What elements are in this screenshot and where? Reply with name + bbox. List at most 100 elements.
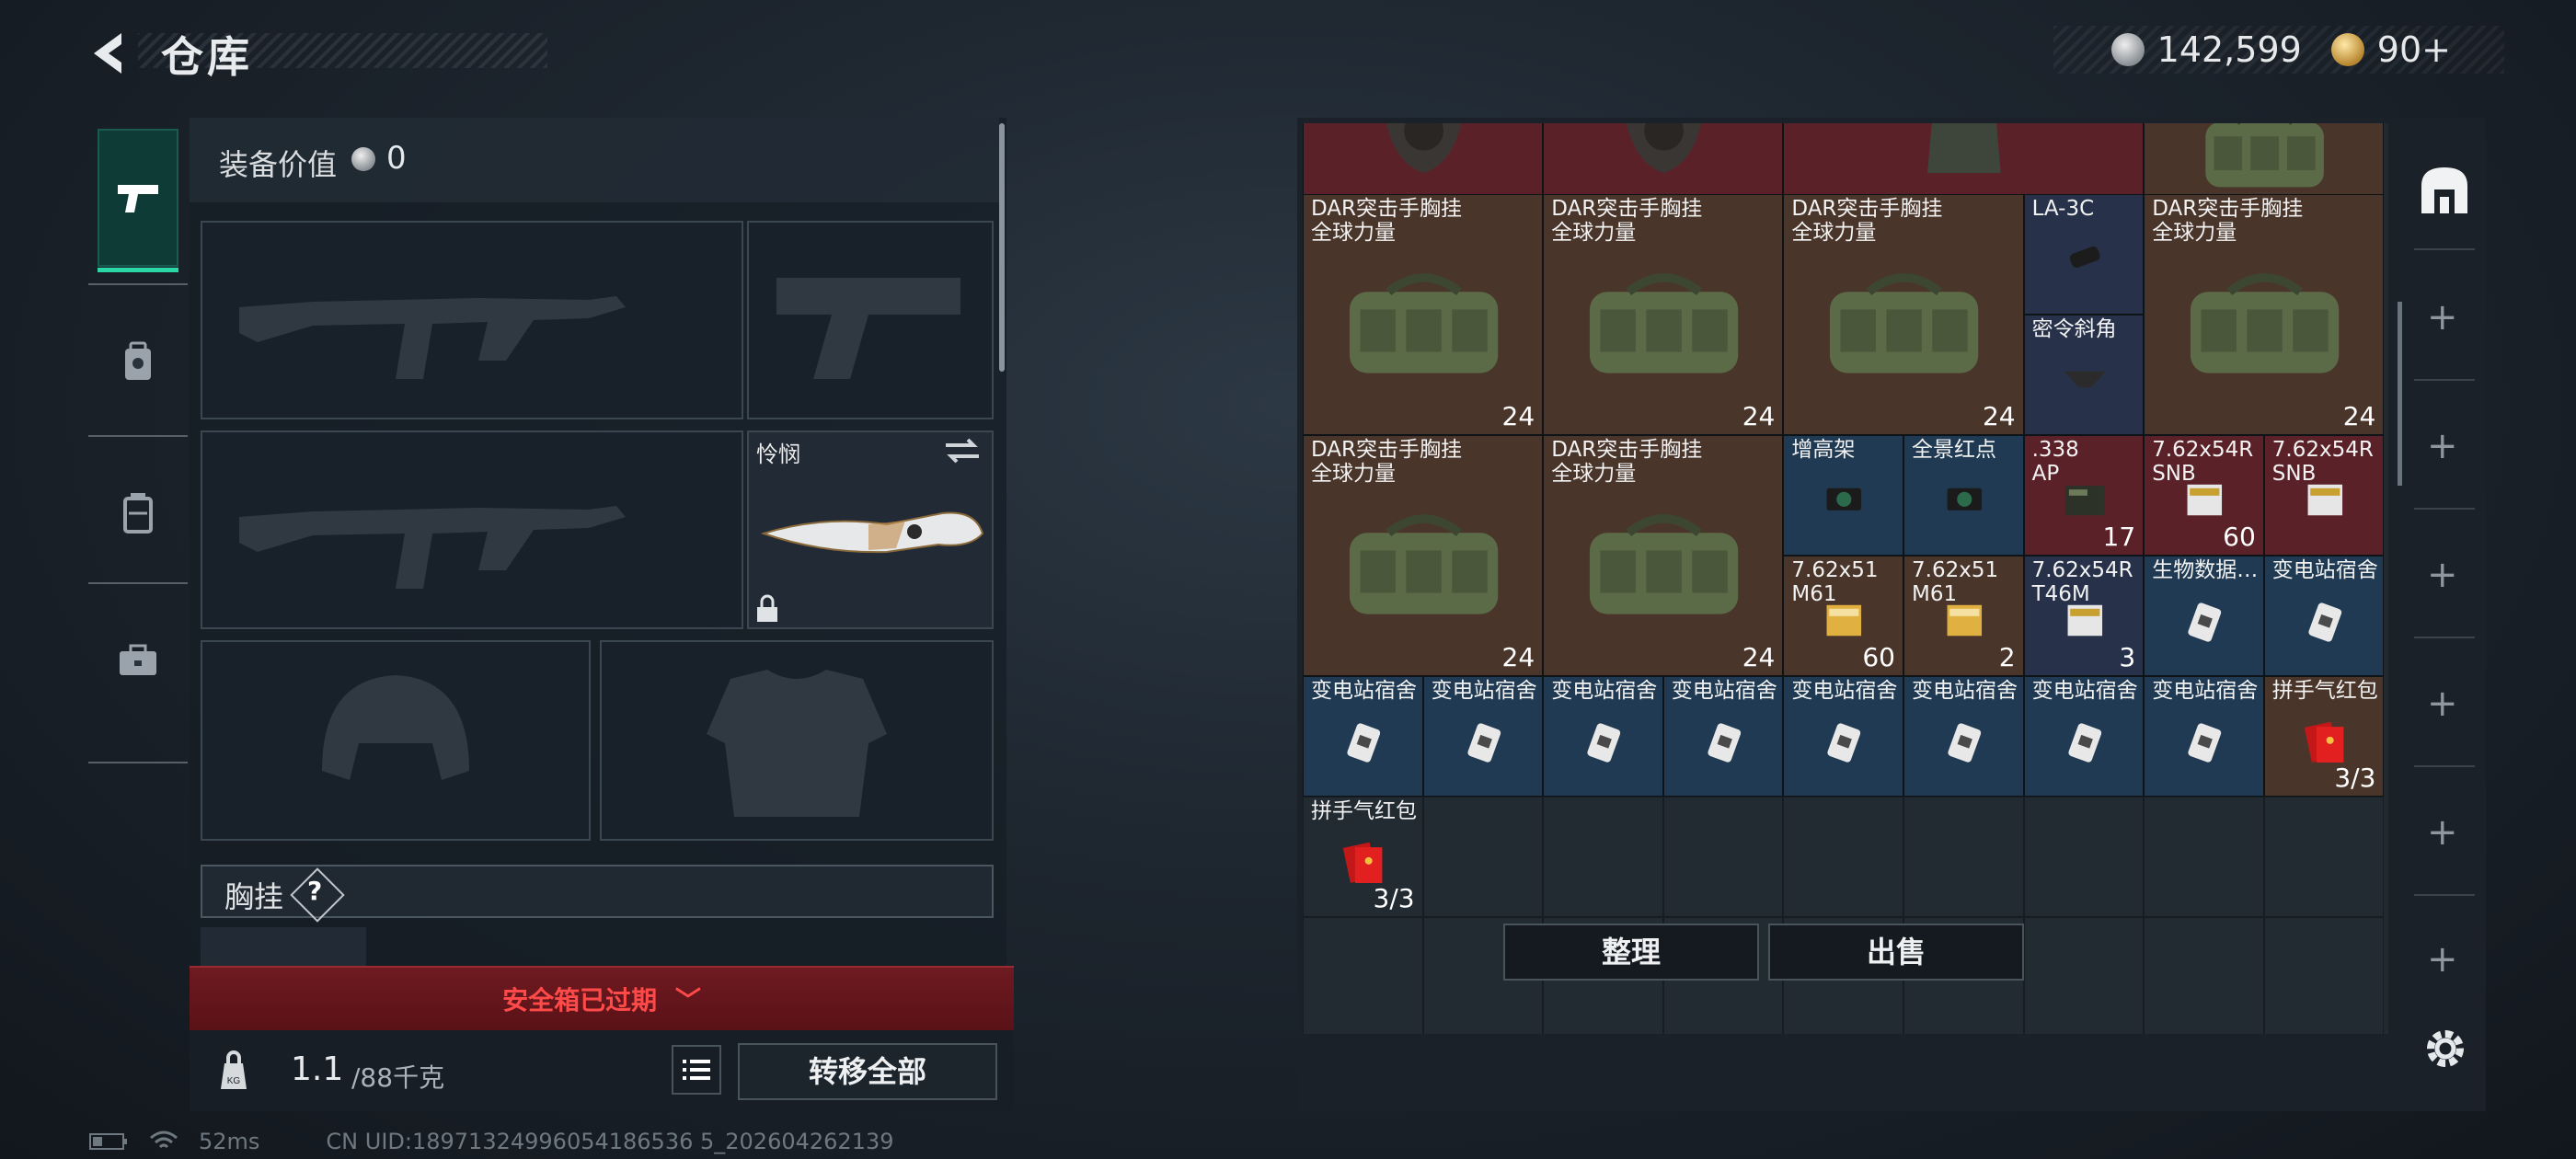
key-item[interactable]: 变电站宿舍 [2144,676,2264,797]
item-count: 24 [1982,401,2016,431]
safebox-expired-banner[interactable]: 安全箱已过期 ﹀ [190,966,1014,1030]
empty-slot[interactable] [1903,797,2024,917]
empty-slot[interactable] [2144,917,2264,1034]
red-envelope-icon [2304,721,2344,763]
item-name: DAR突击手胸挂 [1551,197,1703,221]
chest-rig-item[interactable]: DAR突击手胸挂 全球力量 24 [1543,435,1784,676]
primary-weapon-slot[interactable] [201,221,743,419]
stash-grid[interactable]: 60.0/60.0⊘55.0/55.045●24DAR突击手胸挂全球力量24DA… [1303,123,2388,1034]
item-name: 生物数据… [2152,558,2259,582]
chest-rig-row[interactable]: 胸挂 ? [201,865,994,923]
item-subname: AP [2031,462,2060,486]
riser-item[interactable]: 增高架 [1783,435,1903,556]
chest-rig-item[interactable]: DAR突击手胸挂 全球力量 24 [1303,194,1544,435]
swap-arrows-icon[interactable] [942,436,983,467]
safebox-expired-row: 安全箱已过期 ﹀ [190,981,1014,1017]
secondary-weapon-slot[interactable] [201,430,743,629]
key-item[interactable]: 变电站宿舍 [1303,676,1423,797]
empty-slot[interactable] [1662,797,1784,917]
user-uid: CN UID:18971324996054186536 5_2026042621… [326,1129,894,1154]
red-envelope-item[interactable]: 拼手气红包 3/3 [1303,797,1423,917]
helmet-silhouette-icon [322,675,469,780]
item-name: 变电站宿舍 [1671,679,1777,703]
list-view-button[interactable] [672,1045,721,1095]
empty-slot[interactable] [2144,797,2264,917]
tab-weapons[interactable] [98,129,178,272]
melee-slot[interactable]: 怜悯 [747,430,994,629]
key-item[interactable]: 变电站宿舍 [1662,676,1784,797]
item-name: DAR突击手胸挂 [1791,197,1943,221]
key-item[interactable]: 变电站宿舍 [1783,676,1903,797]
gear-icon[interactable] [2420,1023,2471,1074]
karambit-knife-icon [760,511,984,554]
pistol-icon [118,185,158,212]
stash-home-icon[interactable] [2416,162,2473,219]
empty-slot[interactable] [2023,797,2145,917]
transfer-all-button[interactable]: 转移全部 [738,1043,997,1100]
weight-current: 1.1 [291,1050,344,1088]
key-item[interactable]: 变电站宿舍 [2263,556,2385,676]
chest-rig-item[interactable]: DAR突击手胸挂 全球力量 24 [2144,194,2385,435]
add-stash-page-icon[interactable]: + [2427,938,2458,981]
helmet-slot[interactable] [201,640,591,841]
bio-data-item[interactable]: 生物数据… [2144,556,2264,676]
item-count: 24 [2342,401,2376,431]
tab-toolbox[interactable] [98,591,178,729]
item-name: 变电站宿舍 [2031,679,2138,703]
empty-slot[interactable] [2263,797,2385,917]
duffel-bag-icon [1349,514,1499,614]
chest-rig-item[interactable]: DAR突击手胸挂 全球力量 24 [1543,194,1784,435]
ammo-item[interactable]: 7.62x54R T46M 3 [2023,556,2145,676]
rifle-silhouette-icon [239,296,626,379]
melee-name: 怜悯 [756,442,800,467]
sidearm-slot[interactable] [747,221,994,419]
empty-slot[interactable] [2263,917,2385,1034]
add-stash-page-icon[interactable]: + [2427,425,2458,467]
ammo-item[interactable]: 7.62x54R SNB 60 [2144,435,2264,556]
svg-text:KG: KG [227,1076,241,1086]
chest-rig-item[interactable]: DAR突击手胸挂 全球力量 24 [1783,194,2024,435]
add-stash-page-icon[interactable]: + [2427,296,2458,339]
equipment-value-header: 装备价值 0 [190,118,999,202]
add-stash-page-icon[interactable]: + [2427,554,2458,596]
page-title: 仓库 [161,32,253,82]
item-count: 24 [1501,401,1535,431]
red-dot-item[interactable]: 全景红点 [1903,435,2024,556]
panel-scrollbar[interactable] [999,123,1005,372]
key-item[interactable]: 变电站宿舍 [2023,676,2145,797]
ammo-item[interactable]: 7.62x54R SNB [2263,435,2385,556]
add-stash-page-icon[interactable]: + [2427,811,2458,854]
gold-amount[interactable]: 90+ [2377,29,2451,70]
empty-slot[interactable] [1303,917,1423,1034]
back-arrow-icon[interactable] [85,28,136,79]
ammo-item[interactable]: 7.62x51 M61 60 [1783,556,1903,676]
tab-chest-rig[interactable] [98,444,178,582]
wifi-icon [150,1130,178,1149]
body-armor-slot[interactable] [600,640,994,841]
ammo-item[interactable]: 7.62x51 M61 2 [1903,556,2024,676]
empty-slot[interactable] [1422,797,1544,917]
la3c-item[interactable]: LA-3C [2023,194,2145,315]
red-envelope-item[interactable]: 拼手气红包 3/3 [2263,676,2385,797]
chest-rig-item[interactable]: DAR突击手胸挂 全球力量 24 [1303,435,1544,676]
keycard-icon [1827,723,1861,763]
sort-button[interactable]: 整理 [1503,924,1759,981]
sell-button[interactable]: 出售 [1768,924,2024,981]
item-subname: SNB [2271,462,2317,486]
item-subname: SNB [2152,462,2196,486]
empty-slot[interactable] [2023,917,2145,1034]
stash-scrollbar[interactable] [2398,302,2402,486]
key-item[interactable]: 变电站宿舍 [1422,676,1544,797]
chest-rig-icon [123,493,153,534]
grip-item[interactable]: 密令斜角 [2023,315,2145,435]
key-item[interactable]: 变电站宿舍 [1543,676,1663,797]
key-item[interactable]: 变电站宿舍 [1903,676,2024,797]
add-stash-page-icon[interactable]: + [2427,683,2458,725]
weight-capacity: /88千克 [351,1062,445,1093]
empty-slot[interactable] [1543,797,1663,917]
ammo-item[interactable]: .338 AP 17 [2023,435,2145,556]
empty-slot[interactable] [1783,797,1903,917]
item-name: 变电站宿舍 [1791,679,1898,703]
chevron-down-icon: ﹀ [674,985,701,1016]
tab-backpack[interactable] [98,293,178,430]
